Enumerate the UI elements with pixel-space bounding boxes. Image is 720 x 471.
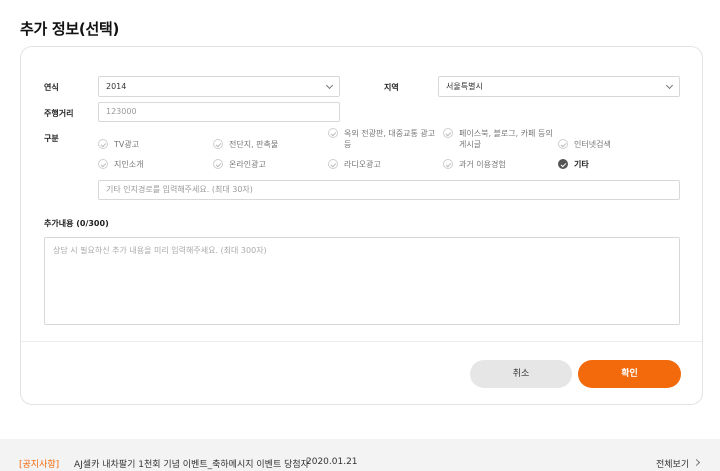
option-flyer[interactable]: 전단지, 판촉물: [213, 139, 325, 150]
region-label: 지역: [384, 83, 399, 92]
option-past-experience[interactable]: 과거 이용경험: [443, 159, 555, 170]
region-select-value: 서울특별시: [446, 82, 483, 91]
year-select-value: 2014: [106, 82, 127, 91]
check-icon: [328, 159, 338, 169]
chevron-down-icon: [325, 81, 334, 90]
check-icon: [558, 139, 568, 149]
mileage-label: 주행거리: [44, 109, 74, 118]
notice-date: 2020.01.21: [306, 457, 358, 467]
option-label: 페이스북, 블로그, 카페 등의 게시글: [459, 129, 553, 149]
year-label: 연식: [44, 83, 59, 92]
divider: [21, 341, 702, 342]
check-icon: [98, 139, 108, 149]
notice-link[interactable]: AJ셀카 내차팔기 1천회 기념 이벤트_축하메시지 이벤트 당첨자: [74, 457, 309, 470]
option-online-ad[interactable]: 온라인광고: [213, 159, 325, 170]
option-internet-search[interactable]: 인터넷검색: [558, 139, 670, 150]
option-sns-post[interactable]: 페이스북, 블로그, 카페 등의 게시글: [443, 128, 553, 150]
option-radio-ad[interactable]: 라디오광고: [328, 159, 440, 170]
additional-info-card: 연식 2014 지역 서울특별시 주행거리 123000 구분 TV광고 전단지…: [20, 46, 703, 405]
page-title: 추가 정보(선택): [20, 20, 120, 38]
option-referral[interactable]: 지인소개: [98, 159, 210, 170]
check-icon: [443, 128, 453, 138]
option-label: 온라인광고: [229, 160, 266, 169]
region-select[interactable]: 서울특별시: [438, 76, 680, 97]
notice-tag: [공지사항]: [19, 460, 60, 470]
check-icon: [328, 128, 338, 138]
check-icon: [98, 159, 108, 169]
option-label: 라디오광고: [344, 160, 381, 169]
chevron-right-icon[interactable]: [692, 458, 701, 467]
option-label: 옥외 전광판, 대중교통 광고 등: [344, 129, 436, 149]
option-other[interactable]: 기타: [558, 159, 670, 170]
check-icon: [213, 139, 223, 149]
year-select[interactable]: 2014: [98, 76, 340, 97]
confirm-button[interactable]: 확인: [578, 360, 681, 388]
option-outdoor-ad[interactable]: 옥외 전광판, 대중교통 광고 등: [328, 128, 438, 150]
option-label: TV광고: [114, 140, 140, 149]
option-label: 인터넷검색: [574, 140, 611, 149]
check-icon: [558, 159, 568, 169]
check-icon: [443, 159, 453, 169]
option-tv-ad[interactable]: TV광고: [98, 139, 210, 150]
option-label: 기타: [574, 160, 589, 169]
option-label: 과거 이용경험: [459, 160, 506, 169]
option-label: 지인소개: [114, 160, 144, 169]
source-label: 구분: [44, 134, 59, 143]
notice-bar: [공지사항] AJ셀카 내차팔기 1천회 기념 이벤트_축하메시지 이벤트 당첨…: [0, 439, 720, 471]
chevron-down-icon: [665, 81, 674, 90]
check-icon: [213, 159, 223, 169]
mileage-input[interactable]: 123000: [98, 102, 340, 122]
view-all-link[interactable]: 전체보기: [656, 457, 689, 470]
content-label: 추가내용 (0/300): [44, 219, 109, 228]
option-label: 전단지, 판촉물: [229, 140, 279, 149]
other-source-input[interactable]: 기타 인지경로를 입력해주세요. (최대 30자): [98, 180, 680, 200]
additional-content-textarea[interactable]: 상담 시 필요하신 추가 내용을 미리 입력해주세요. (최대 300자): [44, 237, 680, 325]
cancel-button[interactable]: 취소: [470, 360, 572, 388]
